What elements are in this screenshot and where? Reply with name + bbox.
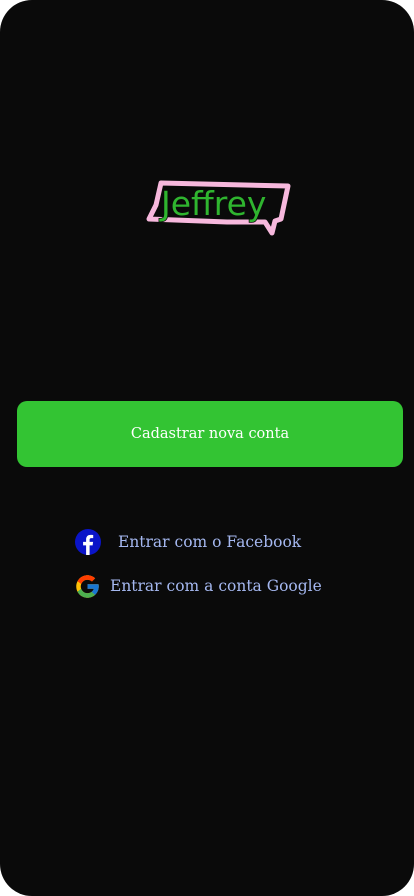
login-screen: Jeffrey Cadastrar nova conta Entrar com …	[0, 0, 414, 896]
app-logo: Jeffrey	[145, 175, 291, 237]
google-login-label: Entrar com a conta Google	[110, 577, 322, 595]
logo-text: Jeffrey	[159, 184, 266, 223]
facebook-login-button[interactable]: Entrar com o Facebook	[74, 528, 301, 556]
google-login-button[interactable]: Entrar com a conta Google	[74, 572, 322, 600]
facebook-login-label: Entrar com o Facebook	[118, 533, 302, 551]
google-icon	[74, 573, 101, 600]
facebook-icon	[74, 529, 101, 556]
register-button[interactable]: Cadastrar nova conta	[17, 401, 403, 467]
register-button-label: Cadastrar nova conta	[130, 426, 290, 442]
